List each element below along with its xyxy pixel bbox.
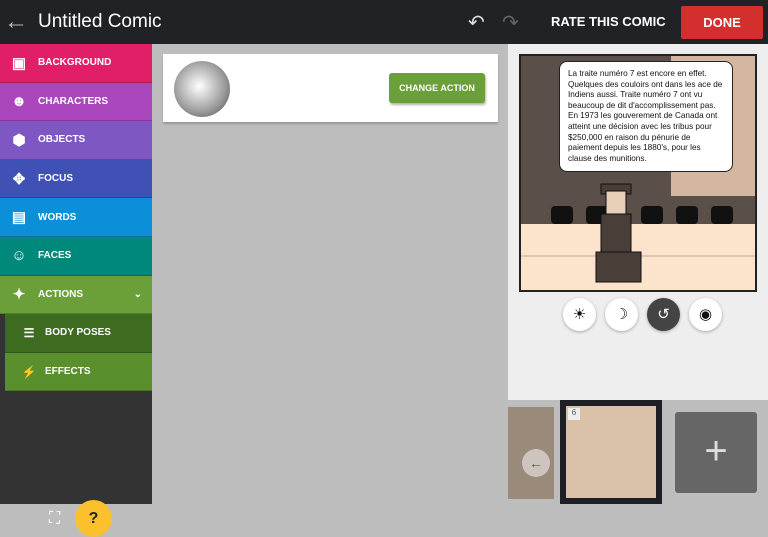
sidebar-subitem-body-poses[interactable]: ☰ BODY POSES xyxy=(5,314,152,353)
rate-comic-button[interactable]: RATE THIS COMIC xyxy=(551,14,666,29)
thumbnail-previous[interactable]: ← xyxy=(508,407,554,499)
action-preview xyxy=(174,61,230,117)
done-button[interactable]: DONE xyxy=(681,6,763,39)
fullscreen-icon[interactable]: ⛶ xyxy=(49,510,60,528)
add-panel-button[interactable]: + xyxy=(675,412,757,493)
sidebar-item-label: FACES xyxy=(38,250,72,262)
sidebar-item-label: ACTIONS xyxy=(38,288,83,300)
sidebar-item-characters[interactable]: ☻ CHARACTERS xyxy=(0,82,152,122)
sidebar-item-label: CHARACTERS xyxy=(38,95,108,107)
speech-bubble-icon: ▤ xyxy=(11,209,27,227)
running-person-icon: ✦ xyxy=(12,286,26,304)
sidebar-item-label: WORDS xyxy=(38,211,77,223)
moon-icon[interactable]: ☽ xyxy=(605,298,638,331)
back-arrow-icon[interactable]: ← xyxy=(4,8,28,36)
preview-pane: La traite numéro 7 est encore en effet. … xyxy=(508,44,768,400)
panel-tools: ☀ ☽ ↺ ◉ xyxy=(563,298,722,331)
comic-title[interactable]: Untitled Comic xyxy=(38,11,162,33)
sidebar-item-label: BODY POSES xyxy=(45,327,111,339)
sidebar-item-label: OBJECTS xyxy=(38,134,86,146)
history-icon[interactable]: ↺ xyxy=(647,298,680,331)
comic-panel[interactable]: La traite numéro 7 est encore en effet. … xyxy=(519,54,757,292)
sidebar-item-words[interactable]: ▤ WORDS xyxy=(0,198,152,237)
lightning-icon: ⚡ xyxy=(21,364,37,379)
change-action-button[interactable]: CHANGE ACTION xyxy=(389,73,485,103)
sidebar-item-faces[interactable]: ☺ FACES xyxy=(0,236,152,276)
undo-icon[interactable]: ↶ xyxy=(468,10,485,35)
sun-icon[interactable]: ☀ xyxy=(563,298,596,331)
sidebar-item-actions[interactable]: ✦ ACTIONS ⌄ xyxy=(0,275,152,315)
chevron-down-icon: ⌄ xyxy=(133,288,142,300)
image-icon: ▣ xyxy=(11,54,27,72)
speech-bubble[interactable]: La traite numéro 7 est encore en effet. … xyxy=(559,61,733,172)
help-button[interactable]: ? xyxy=(75,500,112,537)
list-icon: ☰ xyxy=(23,325,35,340)
thumbnail-current[interactable]: 6 xyxy=(560,400,662,504)
arrow-left-icon[interactable]: ← xyxy=(522,449,550,477)
sidebar-item-label: FOCUS xyxy=(38,173,73,185)
smiley-icon: ☺ xyxy=(11,247,27,265)
palette-icon[interactable]: ◉ xyxy=(689,298,722,331)
action-card: CHANGE ACTION xyxy=(163,54,498,122)
redo-icon[interactable]: ↷ xyxy=(502,10,519,35)
sidebar-subitem-effects[interactable]: ⚡ EFFECTS xyxy=(5,352,152,392)
hexagon-icon: ⬢ xyxy=(12,131,26,149)
sidebar-item-objects[interactable]: ⬢ OBJECTS xyxy=(0,121,152,160)
sidebar-item-label: EFFECTS xyxy=(45,366,91,378)
sidebar: ▣ BACKGROUND ☻ CHARACTERS ⬢ OBJECTS ✥ FOCUS … xyxy=(0,44,152,537)
top-bar: ← Untitled Comic ↶ ↷ RATE THIS COMIC DON… xyxy=(0,0,768,44)
sidebar-item-background[interactable]: ▣ BACKGROUND xyxy=(0,44,152,83)
sidebar-item-focus[interactable]: ✥ FOCUS xyxy=(0,159,152,199)
move-icon: ✥ xyxy=(12,170,26,188)
panel-number: 6 xyxy=(568,408,580,420)
sidebar-item-label: BACKGROUND xyxy=(38,57,112,69)
face-icon: ☻ xyxy=(11,92,27,110)
panel-strip: ← 6 + xyxy=(500,400,768,504)
